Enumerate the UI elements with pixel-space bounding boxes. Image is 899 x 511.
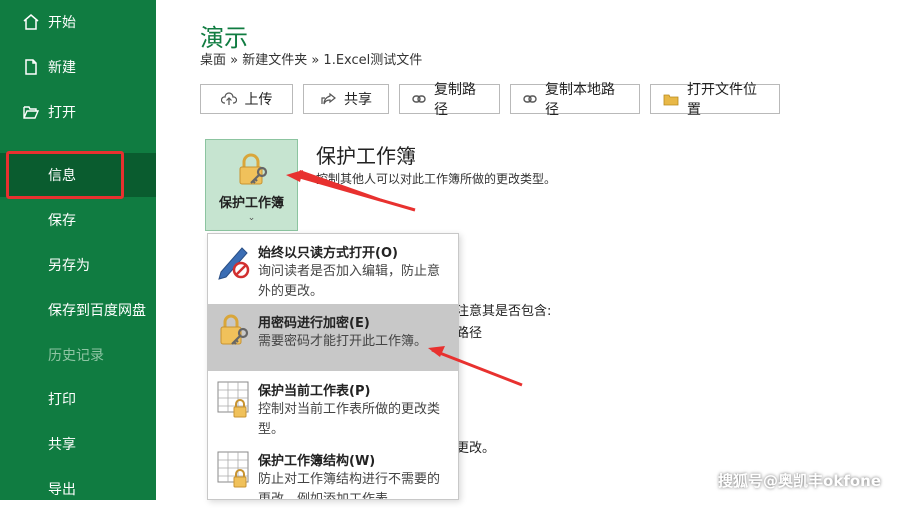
protect-workbook-menu: 始终以只读方式打开(O) 询问读者是否加入编辑，防止意外的更改。 用密码进行加密… xyxy=(207,233,459,500)
chevron-down-icon: ⌄ xyxy=(247,213,256,223)
nav-info[interactable]: 信息 xyxy=(0,153,156,197)
nav-save-to-baidu[interactable]: 保存到百度网盘 xyxy=(0,288,156,332)
nav-print[interactable]: 打印 xyxy=(0,377,156,421)
copy-local-path-label: 复制本地路径 xyxy=(545,82,615,118)
upload-icon xyxy=(220,92,237,106)
nav-label: 保存 xyxy=(48,213,76,229)
menu-item-title: 用密码进行加密(E) xyxy=(258,316,370,331)
copy-path-button[interactable]: 复制路径 xyxy=(399,82,500,118)
menu-item-protect-structure[interactable]: 保护工作簿结构(W) 防止对工作簿结构进行不需要的更改，例如添加工作表。 xyxy=(208,442,458,500)
backstage-sidebar: 开始 新建 打开 信息 保存 另存为 保存到百度网盘 历史记录 打印 共享 导出 xyxy=(0,0,156,500)
menu-item-title: 保护工作簿结构(W) xyxy=(258,454,376,469)
nav-share[interactable]: 共享 xyxy=(0,422,156,466)
link-icon xyxy=(523,94,537,104)
nav-label: 另存为 xyxy=(48,258,90,274)
link-icon xyxy=(412,94,426,104)
page-title: 演示 xyxy=(200,24,248,52)
open-folder-icon xyxy=(20,101,42,123)
nav-save-as[interactable]: 另存为 xyxy=(0,243,156,287)
nav-label: 打印 xyxy=(48,392,76,408)
copy-local-path-button[interactable]: 复制本地路径 xyxy=(510,82,640,118)
menu-item-protect-sheet[interactable]: 保护当前工作表(P) 控制对当前工作表所做的更改类型。 xyxy=(208,374,458,442)
open-file-location-button[interactable]: 打开文件位置 xyxy=(650,82,780,118)
nav-history: 历史记录 xyxy=(0,333,156,377)
protect-workbook-button[interactable]: 保护工作簿 ⌄ xyxy=(205,139,298,231)
section-description: 控制其他人可以对此工作簿所做的更改类型。 xyxy=(316,172,557,186)
protect-workbook-label: 保护工作簿 xyxy=(218,196,284,211)
folder-icon xyxy=(663,93,679,106)
lock-key-icon xyxy=(216,312,252,352)
copy-path-label: 复制路径 xyxy=(434,82,476,118)
share-label: 共享 xyxy=(344,92,372,108)
action-bar: 上传 共享 复制路径 复制本地路径 打开文件位置 xyxy=(200,82,780,118)
section-title: 保护工作簿 xyxy=(316,144,416,168)
lock-key-icon xyxy=(232,152,272,190)
nav-export[interactable]: 导出 xyxy=(0,467,156,511)
sheet-lock-icon xyxy=(216,450,252,490)
upload-button[interactable]: 上传 xyxy=(200,84,293,114)
menu-item-encrypt-password[interactable]: 用密码进行加密(E) 需要密码才能打开此工作簿。 xyxy=(208,304,458,371)
nav-label: 保存到百度网盘 xyxy=(48,303,146,319)
nav-label: 打开 xyxy=(48,105,76,121)
nav-label: 信息 xyxy=(48,168,76,184)
nav-open[interactable]: 打开 xyxy=(0,90,156,134)
share-button[interactable]: 共享 xyxy=(303,84,389,114)
nav-label: 历史记录 xyxy=(48,348,104,364)
nav-label: 导出 xyxy=(48,482,76,498)
share-icon xyxy=(320,92,336,106)
open-file-location-label: 打开文件位置 xyxy=(687,82,757,118)
menu-item-desc: 询问读者是否加入编辑，防止意外的更改。 xyxy=(258,264,441,299)
pencil-no-icon xyxy=(216,242,252,282)
menu-item-title: 始终以只读方式打开(O) xyxy=(258,246,398,261)
sheet-lock-icon xyxy=(216,380,252,420)
versions-text-fragment: 更改。 xyxy=(456,441,496,456)
home-icon xyxy=(20,11,42,33)
watermark: 搜狐号@奥凯丰okfone xyxy=(718,472,881,490)
nav-label: 开始 xyxy=(48,15,76,31)
nav-save[interactable]: 保存 xyxy=(0,198,156,242)
menu-item-desc: 防止对工作簿结构进行不需要的更改，例如添加工作表。 xyxy=(258,472,441,500)
menu-item-desc: 控制对当前工作表所做的更改类型。 xyxy=(258,402,441,437)
menu-item-read-only[interactable]: 始终以只读方式打开(O) 询问读者是否加入编辑，防止意外的更改。 xyxy=(208,234,458,302)
menu-item-desc: 需要密码才能打开此工作簿。 xyxy=(258,334,428,349)
nav-home[interactable]: 开始 xyxy=(0,0,156,44)
nav-label: 共享 xyxy=(48,437,76,453)
menu-item-title: 保护当前工作表(P) xyxy=(258,384,371,399)
upload-label: 上传 xyxy=(244,92,273,108)
nav-new[interactable]: 新建 xyxy=(0,45,156,89)
new-file-icon xyxy=(20,56,42,78)
inspect-text-fragment: 注意其是否包含: xyxy=(456,304,552,319)
nav-label: 新建 xyxy=(48,60,76,76)
breadcrumb: 桌面 » 新建文件夹 » 1.Excel测试文件 xyxy=(200,53,423,68)
inspect-text-fragment: 路径 xyxy=(456,326,483,341)
